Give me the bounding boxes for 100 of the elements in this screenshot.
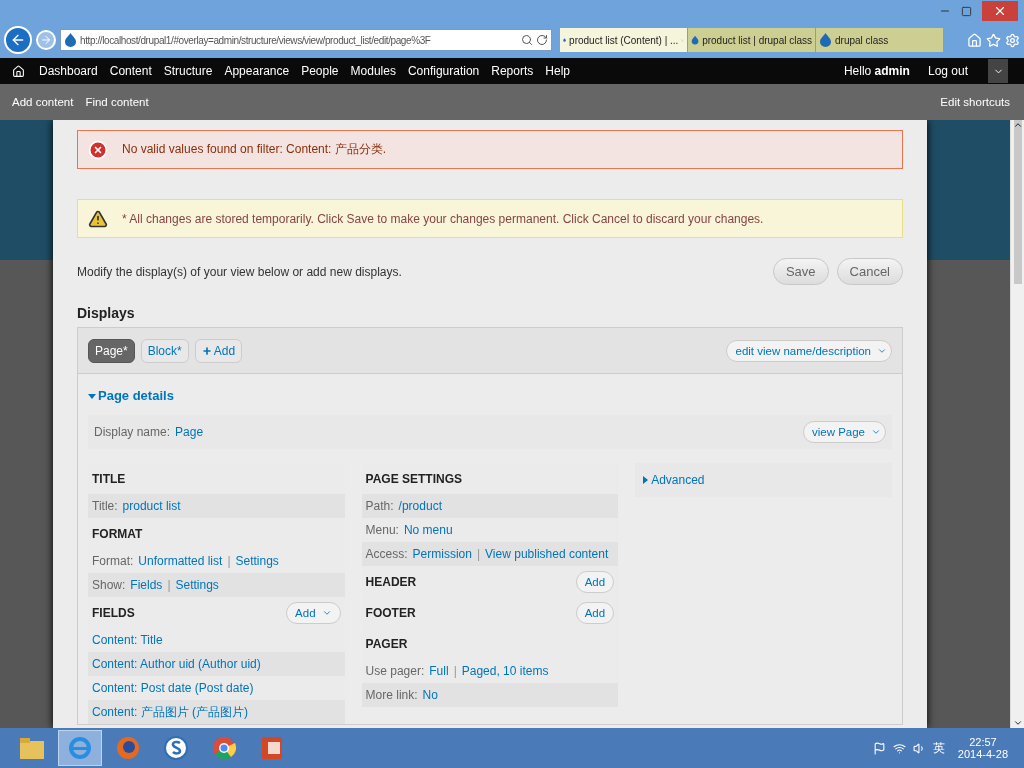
separator: | [476,547,481,561]
drop-icon [819,33,832,47]
field-label: Use pager: [365,664,425,678]
field-label: Format: [92,554,134,568]
edit-view-button[interactable]: edit view name/description [726,339,892,362]
toolbar-menu-item[interactable]: People [295,64,345,78]
warning-icon [88,208,108,229]
setting-link[interactable]: Settings [175,578,219,592]
add-button[interactable]: Add [575,601,615,624]
section-title: FORMAT [92,526,143,541]
triangle-icon [641,476,650,484]
separator: | [167,578,171,592]
toolbar-menu-item[interactable]: Dashboard [33,64,104,78]
setting-link[interactable]: Unformatted list [138,554,223,568]
field-label: More link: [365,688,418,702]
restore-icon[interactable] [961,5,972,17]
field-label: Display name: [94,425,171,439]
section-title: HEADER [365,574,417,589]
close-icon [993,4,1007,18]
toolbar-menu-item[interactable]: Modules [344,64,402,78]
toolbar-menu-item[interactable]: Help [539,64,576,78]
field-label: Title: [92,499,118,513]
browser-tab[interactable]: product list (Content) | ... [560,28,688,52]
forward-button[interactable] [36,30,56,50]
chevron-up-icon [1012,120,1023,130]
toolbar-menu-item[interactable]: Appearance [218,64,296,78]
greeting: Hello admin [843,64,910,78]
browser-tab[interactable]: drupal class [816,28,944,52]
setting-link[interactable]: Content: Post date (Post date) [92,681,254,695]
shortcut-link[interactable]: Add content [8,96,78,108]
settings-icon[interactable] [1005,32,1020,48]
display-tab[interactable]: Page* [88,338,135,363]
field-label: Path: [365,499,394,513]
separator: | [453,664,457,678]
error-icon [88,139,108,160]
setting-link[interactable]: No [422,688,438,702]
toolbar-menu-item[interactable]: Content [103,64,158,78]
advanced-toggle[interactable]: Advanced [641,473,705,487]
view-page-button[interactable]: view Page [802,421,886,443]
logout-link[interactable]: Log out [921,64,974,78]
add-button[interactable]: Add [575,570,615,593]
setting-link[interactable]: Paged, 10 items [461,664,549,678]
message-text: * All changes are stored temporarily. Click Save to make your changes permanent. Click Cancel to discard your changes. [122,211,764,226]
clock[interactable]: 22:57 2014-4-28 [951,736,1014,760]
plus-icon [201,345,212,356]
s-logo-icon [163,735,189,761]
browser-tab[interactable]: product list | drupal class [688,28,816,52]
network-icon[interactable] [892,741,906,755]
field-label: Show: [92,578,126,592]
chrome-icon [211,735,237,761]
setting-link[interactable]: No menu [403,523,453,537]
setting-link[interactable]: Content: Title [92,633,163,647]
favorites-icon[interactable] [986,32,1001,48]
setting-link[interactable]: /product [398,499,442,513]
separator: | [227,554,231,568]
toolbar-menu-item[interactable]: Structure [157,64,219,78]
edit-shortcuts-link[interactable]: Edit shortcuts [934,96,1016,108]
volume-icon[interactable] [912,741,926,755]
internet-explorer-icon [67,735,93,761]
home-icon[interactable] [12,64,25,78]
address-bar[interactable]: http://localhost/drupal1/#overlay=admin/structure/views/view/product_list/edit/page%3F [60,29,552,51]
refresh-icon[interactable] [536,34,548,46]
details-toggle[interactable]: Page details [88,388,892,403]
add-button[interactable]: Add [286,601,341,624]
field-label: Access: [365,547,408,561]
arrow-right-icon [40,34,52,46]
displays-heading: Displays [77,305,136,321]
section-title: PAGER [365,636,408,651]
site-icon [64,33,77,47]
setting-link[interactable]: Settings [235,554,279,568]
intro-text: Modify the display(s) of your view below or add new displays. [77,264,402,279]
url-text: http://localhost/drupal1/#overlay=admin/structure/views/view/product_list/edit/page%3F [80,34,432,46]
toolbar-menu-item[interactable]: Configuration [401,64,486,78]
search-icon[interactable] [521,34,533,46]
action-button[interactable]: Cancel [836,258,903,285]
shortcuts-toggle[interactable] [988,59,1008,83]
message-text: No valid values found on filter: Content: 产品分类. [122,141,387,158]
presentation-app-icon [259,735,285,761]
scrollbar[interactable] [1010,120,1024,728]
display-tab[interactable]: Block* [140,338,189,363]
display-name-link[interactable]: Page [175,425,204,439]
add-display-button[interactable]: Add [194,338,243,363]
section-title: TITLE [92,471,126,486]
field-label: Menu: [365,523,399,537]
shortcut-link[interactable]: Find content [81,96,153,108]
setting-link[interactable]: product list [122,499,181,513]
setting-link[interactable]: Full [429,664,449,678]
action-button[interactable]: Save [772,258,829,285]
section-title: PAGE SETTINGS [365,471,463,486]
input-method[interactable]: 英 [932,739,945,757]
setting-link[interactable]: Fields [130,578,163,592]
chevron-down-icon [1012,718,1023,728]
toolbar-menu-item[interactable]: Reports [485,64,540,78]
close-button[interactable] [982,1,1018,21]
taskbar-app[interactable] [58,730,102,766]
back-button[interactable] [4,26,32,54]
chevron-down-icon [871,427,881,437]
setting-link[interactable]: View published content [485,547,609,561]
setting-link[interactable]: Permission [412,547,472,561]
flag-icon[interactable] [872,741,886,755]
